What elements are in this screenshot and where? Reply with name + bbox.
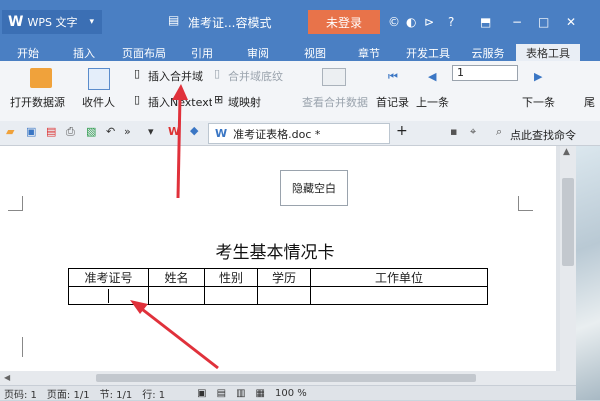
arrow-to-table-cell xyxy=(130,300,219,370)
arrow-to-insert-merge-field xyxy=(172,84,188,199)
annotation-arrows xyxy=(130,84,219,370)
